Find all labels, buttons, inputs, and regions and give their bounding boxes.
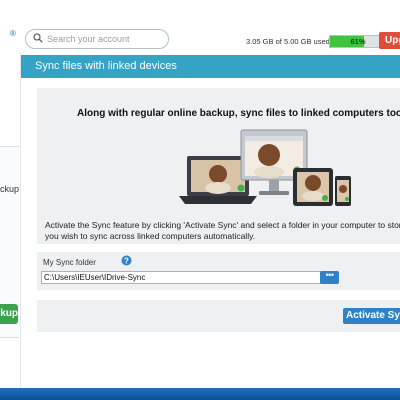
storage-usage-percent: 61%: [350, 37, 366, 46]
svg-text:?: ?: [124, 256, 129, 265]
sync-folder-panel: My Sync folder ? •••: [37, 252, 400, 290]
activate-sync-button[interactable]: Activate Sync: [343, 308, 400, 324]
promo-panel: Along with regular online backup, sync f…: [37, 88, 400, 244]
storage-usage-text: 3.05 GB of 5.00 GB used: [246, 37, 330, 46]
sync-folder-path-field[interactable]: [41, 271, 321, 284]
action-panel: Activate Sync: [37, 300, 400, 332]
sidebar-panel: Backup Backup: [0, 146, 19, 338]
promo-title: Along with regular online backup, sync f…: [77, 108, 400, 119]
sidebar-text: Backup: [0, 184, 19, 194]
search-input[interactable]: [45, 31, 164, 47]
sync-folder-label: My Sync folder: [43, 258, 96, 267]
sidebar-backup-button[interactable]: Backup: [0, 304, 18, 324]
taskbar: [0, 388, 400, 400]
promo-description: Activate the Sync feature by clicking 'A…: [45, 220, 400, 242]
search-box[interactable]: [25, 29, 169, 49]
sync-content: Along with regular online backup, sync f…: [21, 78, 400, 388]
header: 3.05 GB of 5.00 GB used 61% Upgrade: [20, 0, 400, 52]
brand-mark: ®: [10, 29, 16, 38]
browse-folder-button[interactable]: •••: [320, 271, 339, 284]
promo-description-line-1: Activate the Sync feature by clicking 'A…: [45, 220, 400, 230]
section-title: Sync files with linked devices: [21, 55, 400, 78]
promo-description-line-2: you wish to sync across linked computers…: [45, 231, 256, 241]
help-icon[interactable]: ?: [121, 255, 132, 266]
app-window: ® Backup Backup 3.05 GB of 5.00 GB used …: [0, 0, 400, 388]
linked-devices-illustration: [179, 129, 351, 206]
search-icon: [33, 33, 43, 43]
upgrade-button[interactable]: Upgrade: [379, 32, 400, 49]
sidebar: ® Backup Backup: [0, 0, 21, 388]
